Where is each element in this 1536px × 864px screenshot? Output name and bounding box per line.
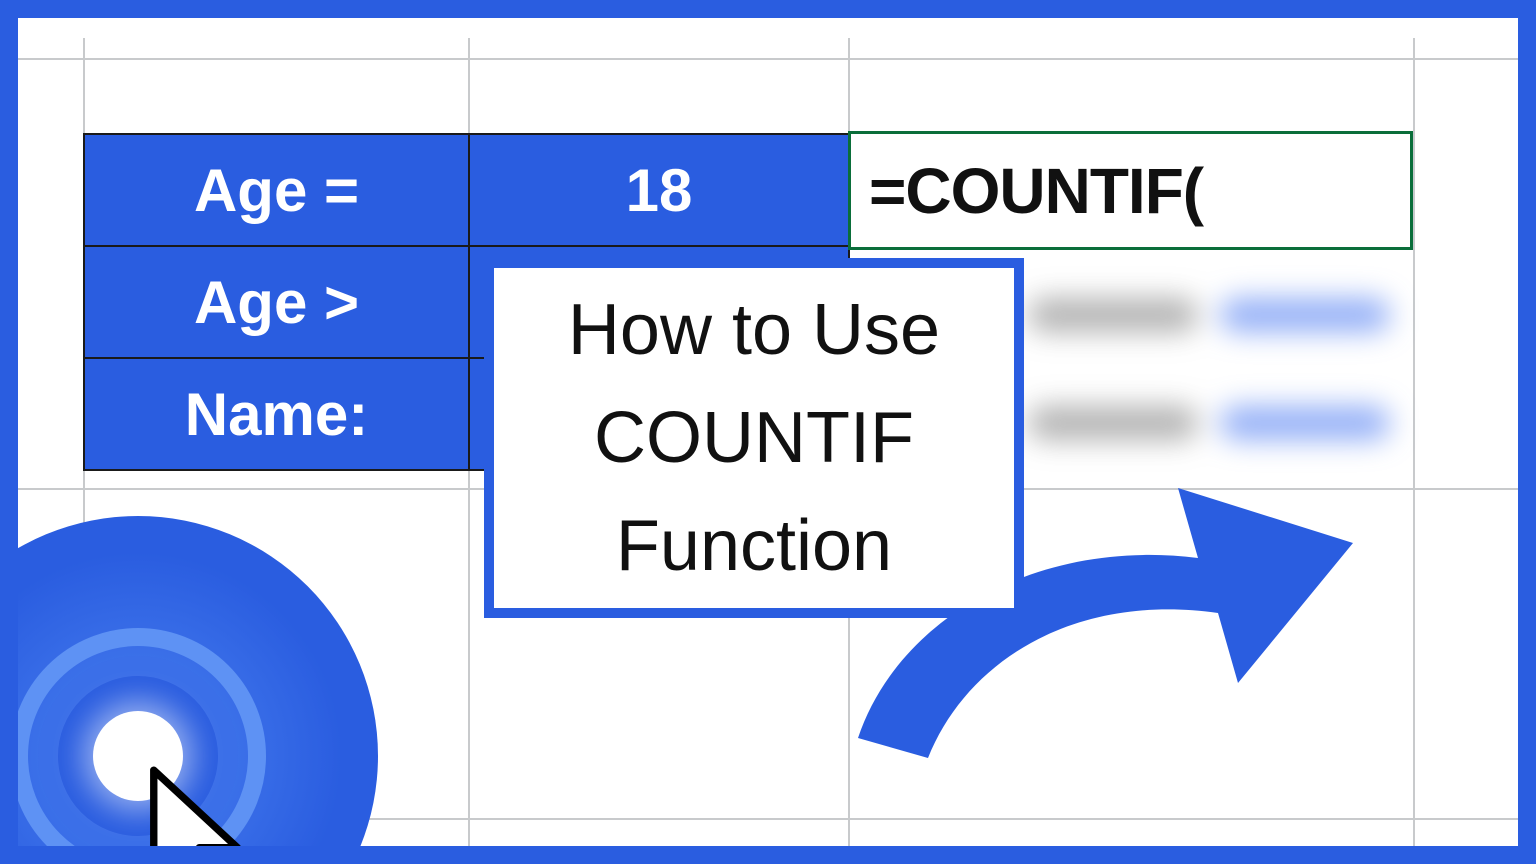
title-overlay: How to Use COUNTIF Function xyxy=(484,258,1024,618)
blurred-row-2 xyxy=(1028,406,1390,440)
thumbnail-frame: Age = 18 Age > Name: =COUNTIF( How to Us… xyxy=(0,0,1536,864)
label-name: Name: xyxy=(84,358,469,470)
title-line-2: COUNTIF xyxy=(594,384,914,492)
label-age-equals: Age = xyxy=(84,134,469,246)
title-line-3: Function xyxy=(616,492,892,600)
blurred-row-1 xyxy=(1028,298,1390,332)
title-line-1: How to Use xyxy=(568,276,940,384)
value-age-equals: 18 xyxy=(469,134,849,246)
formula-input-cell[interactable]: =COUNTIF( xyxy=(848,131,1413,250)
cursor-icon xyxy=(138,764,268,864)
label-age-greater: Age > xyxy=(84,246,469,358)
formula-text: =COUNTIF( xyxy=(869,154,1203,228)
